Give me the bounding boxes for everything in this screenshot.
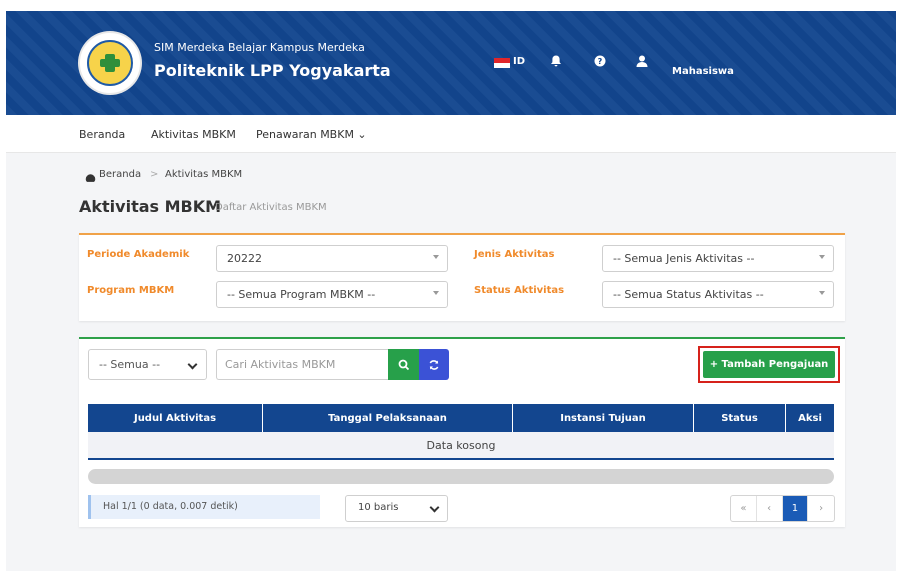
category-select[interactable]: -- Semua -- — [88, 349, 207, 380]
program-value: -- Semua Program MBKM -- — [227, 288, 376, 301]
status-label: Status Aktivitas — [474, 285, 565, 296]
activity-table-card: -- Semua -- Cari Aktivitas MBKM + Tambah… — [79, 337, 845, 527]
col-judul-aktivitas[interactable]: Judul Aktivitas — [88, 404, 263, 432]
program-select[interactable]: -- Semua Program MBKM -- — [216, 281, 448, 308]
chevron-down-icon — [819, 255, 825, 259]
breadcrumb-current: Aktivitas MBKM — [165, 169, 243, 180]
chevron-down-icon — [819, 291, 825, 295]
user-role[interactable]: Mahasiswa — [672, 66, 734, 77]
institution-logo[interactable] — [80, 33, 140, 93]
main-nav: Beranda Aktivitas MBKM Penawaran MBKM ⌄ — [6, 115, 896, 153]
page-title: Aktivitas MBKM — [79, 197, 222, 216]
pagination: « ‹ 1 › — [730, 495, 835, 522]
page-info: Hal 1/1 (0 data, 0.007 detik) — [88, 495, 320, 519]
program-label: Program MBKM — [87, 285, 175, 296]
periode-value: 20222 — [227, 252, 262, 265]
col-status[interactable]: Status — [694, 404, 786, 432]
chevron-down-icon — [433, 255, 439, 259]
jenis-value: -- Semua Jenis Aktivitas -- — [613, 252, 755, 265]
empty-row: Data kosong — [88, 432, 834, 460]
periode-select[interactable]: 20222 — [216, 245, 448, 272]
breadcrumb-separator: > — [150, 169, 159, 180]
pager-next[interactable]: › — [808, 496, 834, 521]
periode-label: Periode Akademik — [87, 249, 190, 260]
page-subtitle: Daftar Aktivitas MBKM — [215, 202, 327, 213]
user-icon[interactable] — [635, 53, 649, 67]
chevron-down-icon — [429, 502, 440, 513]
category-select-value: -- Semua -- — [99, 358, 161, 371]
nav-item-penawaran-mbkm[interactable]: Penawaran MBKM ⌄ — [256, 128, 367, 141]
app-frame: SIM Merdeka Belajar Kampus Merdeka Polit… — [6, 11, 896, 571]
bell-icon[interactable] — [549, 53, 563, 67]
pager-page-1[interactable]: 1 — [782, 496, 809, 521]
pager-prev[interactable]: ‹ — [757, 496, 783, 521]
language-switch[interactable]: ID — [513, 56, 525, 67]
help-icon[interactable]: ? — [593, 53, 607, 67]
search-icon — [398, 359, 409, 370]
chevron-down-icon — [433, 291, 439, 295]
rows-per-page-select[interactable]: 10 baris — [345, 495, 448, 522]
refresh-icon — [429, 359, 439, 370]
logo-emblem — [87, 40, 133, 86]
filter-panel: Periode Akademik 20222 Program MBKM -- S… — [79, 233, 845, 321]
search-input[interactable]: Cari Aktivitas MBKM — [216, 349, 388, 380]
app-subtitle: SIM Merdeka Belajar Kampus Merdeka — [154, 41, 365, 54]
refresh-button[interactable] — [419, 349, 449, 380]
indonesia-flag-icon[interactable] — [494, 58, 510, 68]
add-button-highlight: + Tambah Pengajuan — [698, 346, 840, 383]
svg-text:?: ? — [598, 57, 603, 66]
status-select[interactable]: -- Semua Status Aktivitas -- — [602, 281, 834, 308]
add-submission-button[interactable]: + Tambah Pengajuan — [703, 351, 835, 378]
table-header: Judul Aktivitas Tanggal Pelaksanaan Inst… — [88, 404, 834, 432]
search-button[interactable] — [388, 349, 419, 380]
col-tanggal-pelaksanaan[interactable]: Tanggal Pelaksanaan — [263, 404, 513, 432]
jenis-label: Jenis Aktivitas — [474, 249, 555, 260]
chevron-down-icon — [187, 359, 198, 370]
nav-item-aktivitas-mbkm[interactable]: Aktivitas MBKM — [151, 128, 236, 141]
pager-first[interactable]: « — [731, 496, 757, 521]
nav-item-beranda[interactable]: Beranda — [79, 128, 125, 141]
jenis-select[interactable]: -- Semua Jenis Aktivitas -- — [602, 245, 834, 272]
col-instansi-tujuan[interactable]: Instansi Tujuan — [513, 404, 694, 432]
dashboard-icon — [85, 169, 96, 188]
col-aksi: Aksi — [798, 412, 822, 424]
rows-per-page-value: 10 baris — [358, 502, 399, 513]
top-header: SIM Merdeka Belajar Kampus Merdeka Polit… — [6, 11, 896, 115]
app-title: Politeknik LPP Yogyakarta — [154, 61, 391, 80]
breadcrumb-home[interactable]: Beranda — [99, 169, 141, 180]
status-value: -- Semua Status Aktivitas -- — [613, 288, 764, 301]
horizontal-scrollbar[interactable] — [88, 469, 834, 484]
